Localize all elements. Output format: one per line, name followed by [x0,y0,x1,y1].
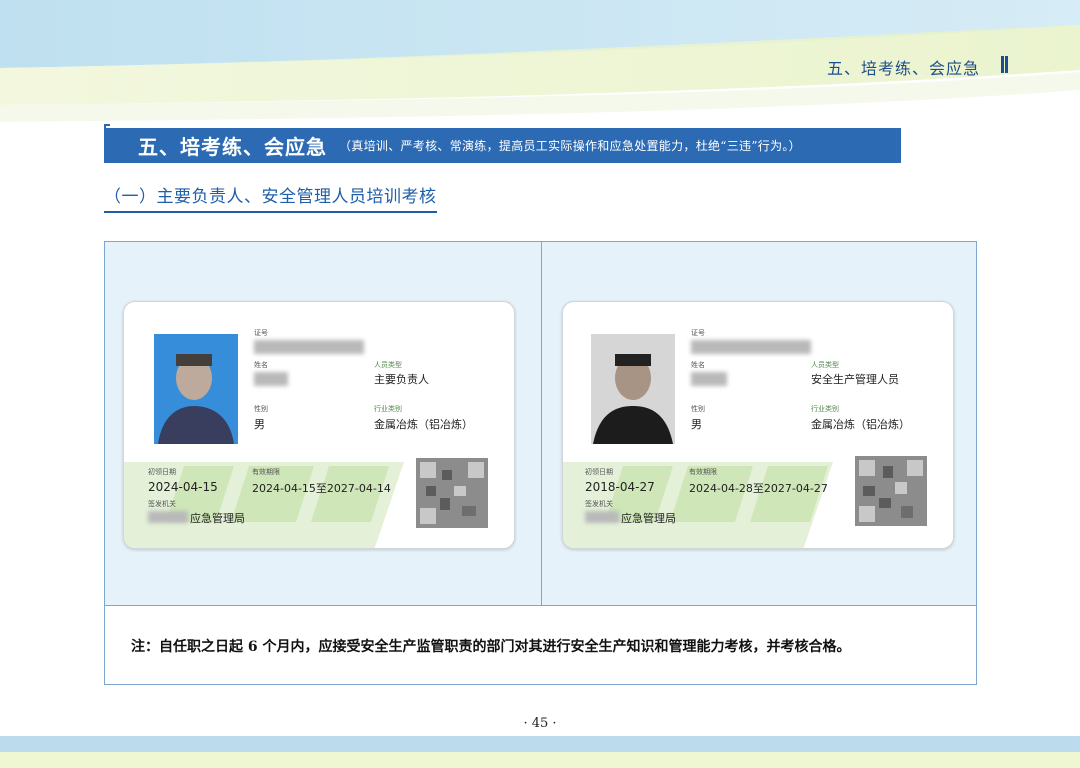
qr-code-icon [416,458,488,528]
person-photo [154,334,238,444]
issuer-label: 签发机关 [585,500,613,508]
redacted-name [691,372,727,386]
gender-value: 男 [254,418,265,431]
name-label: 姓名 [691,361,705,369]
section-title: 五、培考练、会应急 [138,135,327,159]
page-number: · 45 · [523,716,557,731]
subsection-title: （一）主要负责人、安全管理人员培训考核 [104,182,437,213]
bottom-band-background [0,736,1080,768]
redacted-issuer [148,511,188,523]
id-label: 证号 [254,329,268,337]
corner-mark-icon [104,124,110,130]
valid-period-label: 有效期限 [689,468,717,476]
person-photo [591,334,675,444]
gender-value: 男 [691,418,702,431]
type-value: 安全生产管理人员 [811,373,899,386]
industry-label: 行业类别 [811,405,839,413]
running-header-title: 五、培考练、会应急 [826,59,980,78]
industry-value: 金属冶炼（铝冶炼） [811,418,910,431]
issuer-value: 应急管理局 [621,512,676,525]
gender-label: 性别 [691,405,705,413]
valid-period-value: 2024-04-15至2027-04-14 [252,482,391,495]
valid-period-label: 有效期限 [252,468,280,476]
first-date-value: 2024-04-15 [148,480,218,494]
panel-vertical-divider [541,242,542,605]
redacted-name [254,372,288,386]
valid-period-value: 2024-04-28至2027-04-27 [689,482,828,495]
first-date-label: 初领日期 [148,468,176,476]
first-date-label: 初领日期 [585,468,613,476]
type-value: 主要负责人 [374,373,429,386]
certificate-card-2: 证号 姓名 人员类型 安全生产管理人员 性别 男 行业类别 金属冶炼（铝冶炼） … [562,301,954,549]
issuer-label: 签发机关 [148,500,176,508]
id-label: 证号 [691,329,705,337]
redacted-issuer [585,511,619,523]
note-text: 注：自任职之日起 6 个月内，应接受安全生产监管职责的部门对其进行安全生产知识和… [131,639,851,655]
section-subtitle: （真培训、严考核、常演练，提高员工实际操作和应急处置能力，杜绝“三违”行为。） [339,139,801,153]
header-bar-icon [1001,56,1004,73]
redacted-id [691,340,811,354]
certificate-card-1: 证号 姓名 人员类型 主要负责人 性别 男 行业类别 金属冶炼（铝冶炼） 初领日… [123,301,515,549]
name-label: 姓名 [254,361,268,369]
qr-code-icon [855,456,927,526]
redacted-id [254,340,364,354]
section-banner: 五、培考练、会应急 （真培训、严考核、常演练，提高员工实际操作和应急处置能力，杜… [104,124,901,163]
industry-value: 金属冶炼（铝冶炼） [374,418,473,431]
first-date-value: 2018-04-27 [585,480,655,494]
gender-label: 性别 [254,405,268,413]
issuer-value: 应急管理局 [190,512,245,525]
type-label: 人员类型 [374,361,402,369]
industry-label: 行业类别 [374,405,402,413]
certificate-panel: 注：自任职之日起 6 个月内，应接受安全生产监管职责的部门对其进行安全生产知识和… [104,241,977,685]
type-label: 人员类型 [811,361,839,369]
